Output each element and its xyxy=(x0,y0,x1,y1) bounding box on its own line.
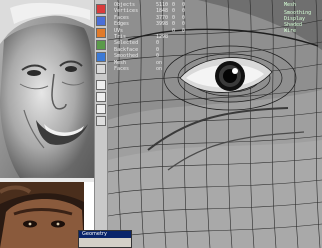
geometry-dialog[interactable]: Geometry xyxy=(78,230,132,248)
view-tool-icon[interactable] xyxy=(96,80,106,90)
select-tool-icon[interactable] xyxy=(96,4,106,14)
stat-row: Faces on xyxy=(114,66,192,72)
modeling-app-window: Objects 5110 0 0 Vertices 1848 0 0 Faces 3770 0 0 Ed… xyxy=(0,0,322,248)
paint-tool-icon[interactable] xyxy=(96,52,106,62)
dialog-title[interactable]: Geometry xyxy=(79,231,131,238)
render-tool-icon[interactable] xyxy=(96,92,106,102)
move-tool-icon[interactable] xyxy=(96,16,106,26)
3d-viewport[interactable]: Objects 5110 0 0 Vertices 1848 0 0 Faces 3770 0 0 Ed… xyxy=(108,0,322,248)
reference-photo-color xyxy=(0,182,84,248)
status-line: Wire xyxy=(284,28,297,34)
stat-label: Faces xyxy=(114,66,130,73)
display-mode-dropdown[interactable]: Mesh xyxy=(284,2,312,8)
scale-tool-icon[interactable] xyxy=(96,40,106,50)
stat-a xyxy=(172,66,182,72)
scene-stats-overlay: Objects 5110 0 0 Vertices 1848 0 0 Faces 3770 0 0 Ed… xyxy=(114,2,192,72)
stat-value: on xyxy=(156,66,163,73)
grid-tool-icon[interactable] xyxy=(96,104,106,114)
tool-strip xyxy=(94,0,108,248)
reference-photo-face xyxy=(0,0,94,178)
stat-b xyxy=(182,66,192,72)
rotate-tool-icon[interactable] xyxy=(96,28,106,38)
lasso-tool-icon[interactable] xyxy=(96,64,106,74)
viewport-status-text: Smoothing Display Shaded Wire xyxy=(284,10,320,34)
dialog-body xyxy=(79,238,131,247)
camera-tool-icon[interactable] xyxy=(96,116,106,126)
